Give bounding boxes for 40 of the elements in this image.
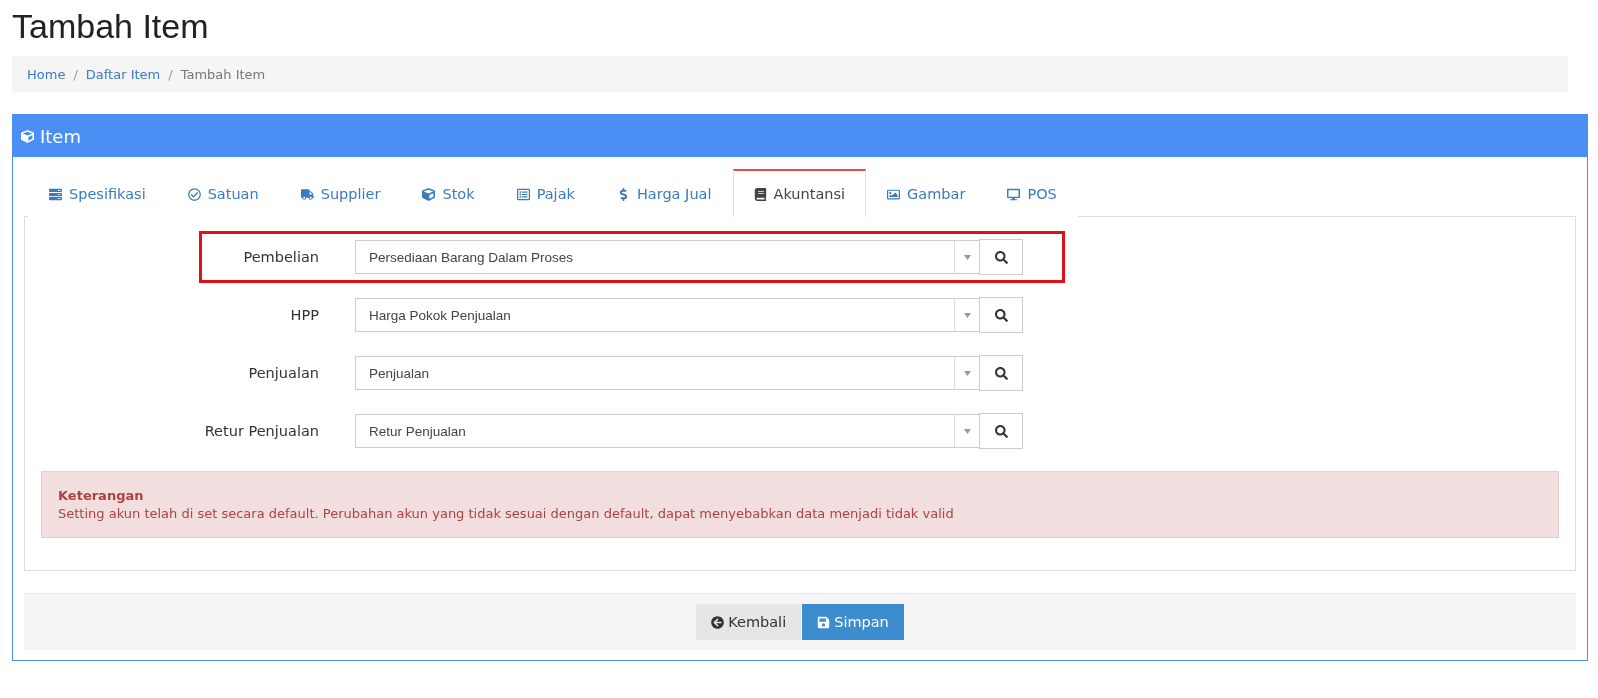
breadcrumb-separator: / — [73, 66, 78, 82]
search-icon — [994, 366, 1008, 380]
search-icon — [994, 308, 1008, 322]
select-field[interactable]: Persediaan Barang Dalam Proses — [355, 240, 980, 274]
back-button[interactable]: Kembali — [696, 604, 802, 640]
caret-icon — [963, 312, 971, 318]
caret-icon — [963, 254, 971, 260]
alert-title: Keterangan — [58, 488, 145, 503]
search-button[interactable] — [979, 355, 1023, 391]
search-button[interactable] — [979, 413, 1023, 449]
panel-title: Item — [40, 125, 81, 147]
page-title: Tambah Item — [12, 6, 210, 47]
monitor-icon — [1007, 187, 1021, 201]
breadcrumb-separator: / — [168, 66, 173, 82]
select-field[interactable]: Retur Penjualan — [355, 414, 980, 448]
caret-icon — [963, 370, 971, 376]
list-icon — [49, 187, 62, 201]
cube-icon — [422, 187, 436, 201]
field-label: Retur Penjualan — [203, 423, 320, 439]
save-button[interactable]: Simpan — [802, 604, 904, 640]
field-label: HPP — [289, 307, 320, 323]
breadcrumb-link[interactable]: Daftar Item — [85, 66, 161, 82]
search-icon — [994, 424, 1008, 438]
breadcrumb-link[interactable]: Home — [27, 66, 66, 82]
tab[interactable]: Akuntansi — [732, 169, 867, 217]
select-field[interactable]: Penjualan — [355, 356, 980, 390]
caret-icon — [963, 428, 971, 434]
search-button[interactable] — [979, 297, 1023, 333]
field-label: Penjualan — [247, 365, 320, 381]
cube-icon — [21, 129, 34, 143]
select-field[interactable]: Harga Pokok Penjualan — [355, 298, 980, 332]
search-button[interactable] — [979, 239, 1023, 275]
alert-text: Setting akun telah di set secara default. Perubahan akun yang tidak sesuai dengan default, dapat menyebabkan data menjadi tidak valid — [58, 506, 955, 521]
image-icon — [887, 187, 901, 201]
list-icon — [516, 187, 530, 201]
field-label: Pembelian — [242, 249, 320, 265]
search-icon — [994, 250, 1008, 264]
book-icon — [753, 187, 767, 201]
breadcrumb-current-page: Tambah Item — [180, 66, 266, 82]
truck-icon — [300, 187, 314, 201]
